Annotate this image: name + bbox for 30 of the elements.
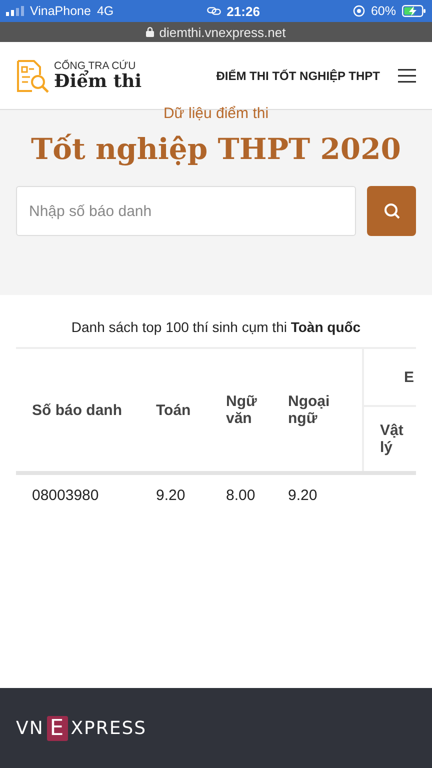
- search-icon: [382, 202, 400, 220]
- column-header: Ngoại ngữ: [288, 393, 330, 427]
- menu-icon[interactable]: [398, 68, 416, 82]
- footer-logo[interactable]: VN E XPRESS: [16, 716, 147, 740]
- link-icon: [206, 7, 221, 15]
- column-header: Ngữ văn: [226, 393, 257, 427]
- signal-icon: [6, 6, 24, 16]
- search-button[interactable]: [367, 186, 416, 236]
- clock-time: 21:26: [226, 4, 260, 18]
- nav-title[interactable]: ĐIỂM THI TỐT NGHIỆP THPT: [216, 68, 380, 82]
- hero-subtitle: Dữ liệu điểm thi: [163, 106, 269, 122]
- column-header: Số báo danh: [32, 402, 122, 418]
- table-cell: 9.20: [288, 487, 318, 504]
- document-search-icon: [16, 58, 50, 92]
- logo-caption: CỔNG TRA CỨU: [54, 60, 137, 72]
- lock-icon: [146, 27, 154, 37]
- table-caption: Danh sách top 100 thí sinh cụm thi Toàn quốc: [70, 319, 362, 335]
- search-field[interactable]: Nhập số báo danh: [16, 186, 356, 236]
- carrier-name: VinaPhone: [30, 4, 91, 18]
- column-header: Toán: [156, 402, 191, 418]
- rotation-lock-icon: [352, 5, 365, 17]
- table-cell: 9.20: [156, 487, 186, 504]
- table-cell: 8.00: [226, 487, 256, 504]
- column-header: Vật lý: [380, 422, 404, 456]
- hero-title: Tốt nghiệp THPT 2020: [31, 132, 401, 166]
- logo-title[interactable]: Điểm thi: [54, 72, 142, 92]
- network-type: 4G: [96, 4, 114, 18]
- column-group-header: E: [404, 368, 414, 386]
- battery-percent: 60%: [370, 4, 396, 18]
- table-cell: 08003980: [32, 487, 99, 504]
